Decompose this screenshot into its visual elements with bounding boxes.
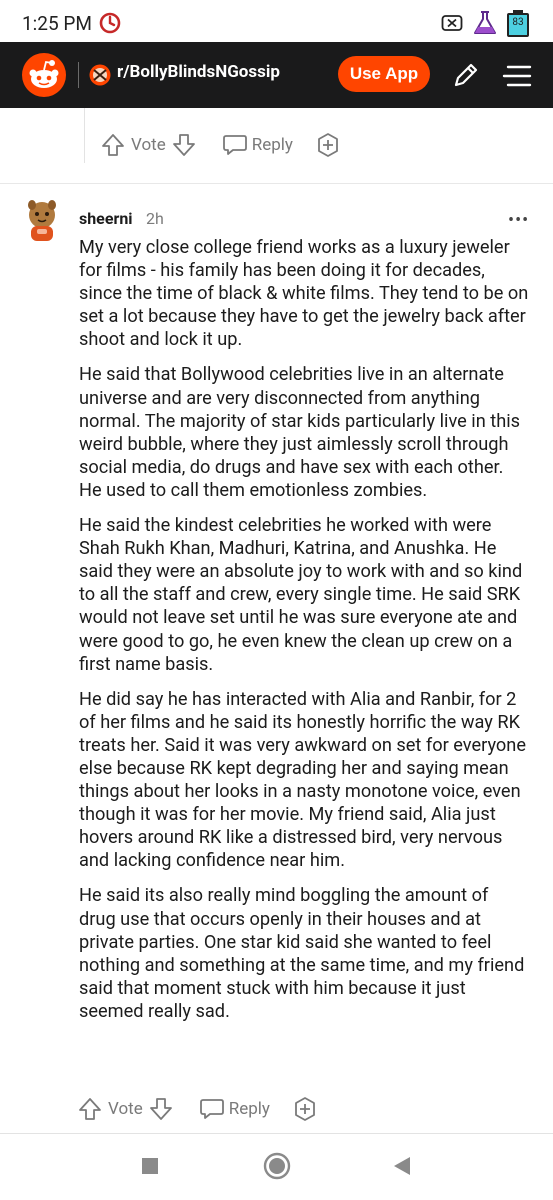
prev-vote-group: Vote xyxy=(101,133,196,157)
battery-level: 83 xyxy=(512,17,524,28)
back-icon[interactable] xyxy=(392,1155,412,1177)
vote-group: Vote xyxy=(78,1097,173,1121)
comment-actions: Vote Reply xyxy=(78,1096,318,1122)
reply-label: Reply xyxy=(228,1099,270,1119)
reply-icon xyxy=(222,135,247,155)
downvote-icon[interactable] xyxy=(172,133,196,157)
upvote-icon[interactable] xyxy=(101,133,125,157)
downvote-icon[interactable] xyxy=(149,1097,173,1121)
header-divider xyxy=(78,62,79,88)
recent-apps-icon[interactable] xyxy=(140,1156,160,1176)
system-nav-bar xyxy=(0,1134,553,1200)
upvote-icon[interactable] xyxy=(78,1097,102,1121)
comment-separator xyxy=(0,183,553,184)
comment-paragraph: He did say he has interacted with Alia a… xyxy=(79,688,526,872)
comment-paragraph: My very close college friend works as a … xyxy=(79,237,529,351)
comment-body: My very close college friend works as a … xyxy=(79,236,529,1035)
avatar[interactable] xyxy=(24,200,60,242)
status-icons: 83 xyxy=(441,10,529,37)
menu-icon[interactable] xyxy=(502,64,532,88)
vote-label: Vote xyxy=(108,1099,143,1119)
comment-username[interactable]: sheerni xyxy=(79,209,133,228)
status-bar: 1:25 PM 83 xyxy=(0,0,553,42)
more-options-icon[interactable]: ••• xyxy=(508,210,529,231)
comment-paragraph: He said the kindest celebrities he worke… xyxy=(79,515,523,675)
pencil-icon[interactable] xyxy=(451,60,481,90)
use-app-button[interactable]: Use App xyxy=(338,56,430,92)
battery-indicator: 83 xyxy=(507,10,529,37)
subreddit-icon[interactable] xyxy=(89,64,111,86)
comment-time: 2h xyxy=(146,209,164,228)
prev-reply-button[interactable]: Reply xyxy=(222,133,293,157)
status-time: 1:25 PM xyxy=(22,12,92,35)
reply-label: Reply xyxy=(251,135,293,155)
alarm-clock-icon xyxy=(99,12,121,34)
reply-button[interactable]: Reply xyxy=(199,1097,270,1121)
award-icon[interactable] xyxy=(292,1096,318,1122)
app-header: r/BollyBlindsNGossip Use App xyxy=(0,42,553,108)
home-icon[interactable] xyxy=(263,1152,291,1180)
reddit-logo-icon[interactable] xyxy=(22,53,66,97)
subreddit-name[interactable]: r/BollyBlindsNGossip xyxy=(117,62,280,82)
award-icon[interactable] xyxy=(315,132,341,158)
vote-label: Vote xyxy=(131,135,166,155)
flask-icon xyxy=(474,11,496,34)
thread-line xyxy=(84,108,85,163)
comment-paragraph: He said its also really mind boggling th… xyxy=(79,885,525,1022)
prev-comment-actions: Vote Reply xyxy=(101,132,341,158)
comment-paragraph: He said that Bollywood celebrities live … xyxy=(79,364,521,501)
close-box-icon xyxy=(441,15,463,31)
reply-icon xyxy=(199,1099,224,1119)
